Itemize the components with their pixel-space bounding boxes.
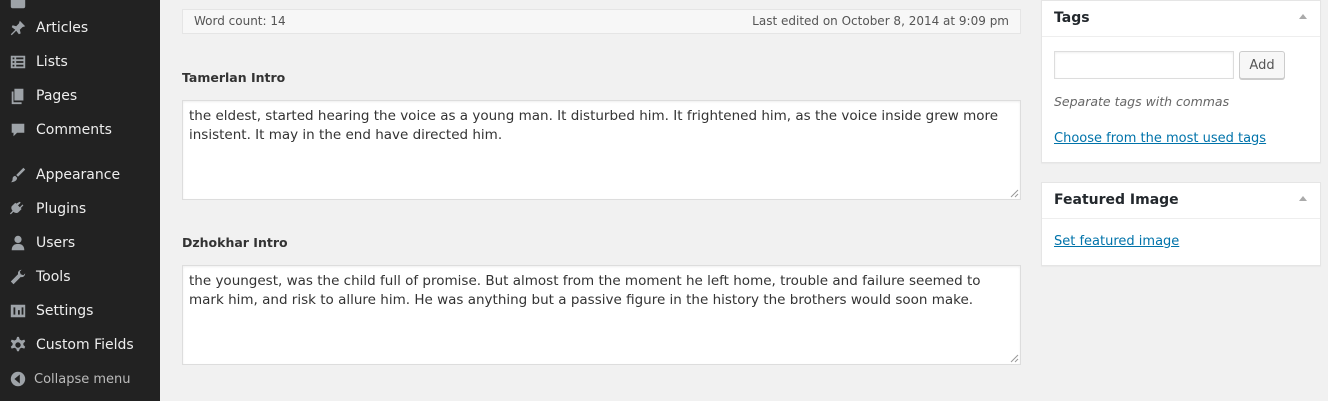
sidebar-item-comments[interactable]: Comments bbox=[0, 113, 160, 147]
tags-postbox-header[interactable]: Tags bbox=[1042, 1, 1320, 37]
sidebar-item-custom-fields[interactable]: Custom Fields bbox=[0, 328, 160, 362]
sidebar-item-plugins[interactable]: Plugins bbox=[0, 192, 160, 226]
featured-image-header[interactable]: Featured Image bbox=[1042, 183, 1320, 219]
sidebar-item-label: Appearance bbox=[36, 167, 121, 183]
resize-handle-icon[interactable] bbox=[1010, 354, 1019, 363]
last-edited: Last edited on October 8, 2014 at 9:09 p… bbox=[752, 14, 1009, 28]
field-label-tamerlan-intro: Tamerlan Intro bbox=[182, 70, 286, 85]
set-featured-image-link[interactable]: Set featured image bbox=[1054, 234, 1179, 249]
textarea-value: the eldest, started hearing the voice as… bbox=[189, 108, 999, 143]
tags-postbox: Tags Add Separate tags with commas Choos… bbox=[1041, 0, 1321, 163]
sidebar-item-label: Plugins bbox=[36, 201, 87, 217]
editor-status-bar: Word count: 14 Last edited on October 8,… bbox=[182, 9, 1021, 34]
sidebar-item-label: Lists bbox=[36, 54, 68, 70]
comment-icon bbox=[9, 121, 27, 139]
sidebar-item-label: Pages bbox=[36, 88, 78, 104]
field-label-dzhokhar-intro: Dzhokhar Intro bbox=[182, 235, 288, 250]
word-count: Word count: 14 bbox=[194, 14, 286, 28]
tamerlan-intro-textarea[interactable]: the eldest, started hearing the voice as… bbox=[182, 100, 1021, 200]
collapse-arrow-icon[interactable] bbox=[1299, 196, 1307, 201]
collapse-icon bbox=[9, 370, 27, 388]
sidebar-item-label: Settings bbox=[36, 303, 94, 319]
sidebar-item-label: Comments bbox=[36, 122, 112, 138]
gear-icon bbox=[9, 336, 27, 354]
sidebar-item-articles[interactable]: Articles bbox=[0, 11, 160, 45]
sidebar-item-tools[interactable]: Tools bbox=[0, 260, 160, 294]
tags-hint: Separate tags with commas bbox=[1054, 94, 1230, 109]
sidebar-item-label: Tools bbox=[36, 269, 71, 285]
pin-icon bbox=[9, 19, 27, 37]
sidebar-item-settings[interactable]: Settings bbox=[0, 294, 160, 328]
tags-title: Tags bbox=[1054, 10, 1090, 26]
resize-handle-icon[interactable] bbox=[1010, 189, 1019, 198]
brush-icon bbox=[9, 166, 27, 184]
featured-image-postbox: Featured Image Set featured image bbox=[1041, 182, 1321, 266]
collapse-menu-label: Collapse menu bbox=[34, 371, 131, 387]
sidebar-item-label: Articles bbox=[36, 20, 89, 36]
settings-icon bbox=[9, 302, 27, 320]
admin-sidebar: Articles Lists Pages Comments Appearance… bbox=[0, 0, 160, 401]
sidebar-item-appearance[interactable]: Appearance bbox=[0, 158, 160, 192]
wrench-icon bbox=[9, 268, 27, 286]
list-icon bbox=[9, 53, 27, 71]
dzhokhar-intro-textarea[interactable]: the youngest, was the child full of prom… bbox=[182, 265, 1021, 365]
sidebar-item-users[interactable]: Users bbox=[0, 226, 160, 260]
sidebar-item-label: Custom Fields bbox=[36, 337, 134, 353]
sidebar-item-label: Users bbox=[36, 235, 76, 251]
dashboard-icon bbox=[9, 0, 27, 10]
collapse-arrow-icon[interactable] bbox=[1299, 14, 1307, 19]
tag-input[interactable] bbox=[1054, 51, 1234, 79]
plug-icon bbox=[9, 200, 27, 218]
featured-image-title: Featured Image bbox=[1054, 192, 1179, 208]
collapse-menu-button[interactable]: Collapse menu bbox=[0, 362, 160, 396]
textarea-value: the youngest, was the child full of prom… bbox=[189, 273, 981, 308]
add-tag-button[interactable]: Add bbox=[1239, 51, 1285, 79]
user-icon bbox=[9, 234, 27, 252]
pages-icon bbox=[9, 87, 27, 105]
sidebar-item-lists[interactable]: Lists bbox=[0, 45, 160, 79]
most-used-tags-link[interactable]: Choose from the most used tags bbox=[1054, 131, 1266, 146]
sidebar-item-pages[interactable]: Pages bbox=[0, 79, 160, 113]
